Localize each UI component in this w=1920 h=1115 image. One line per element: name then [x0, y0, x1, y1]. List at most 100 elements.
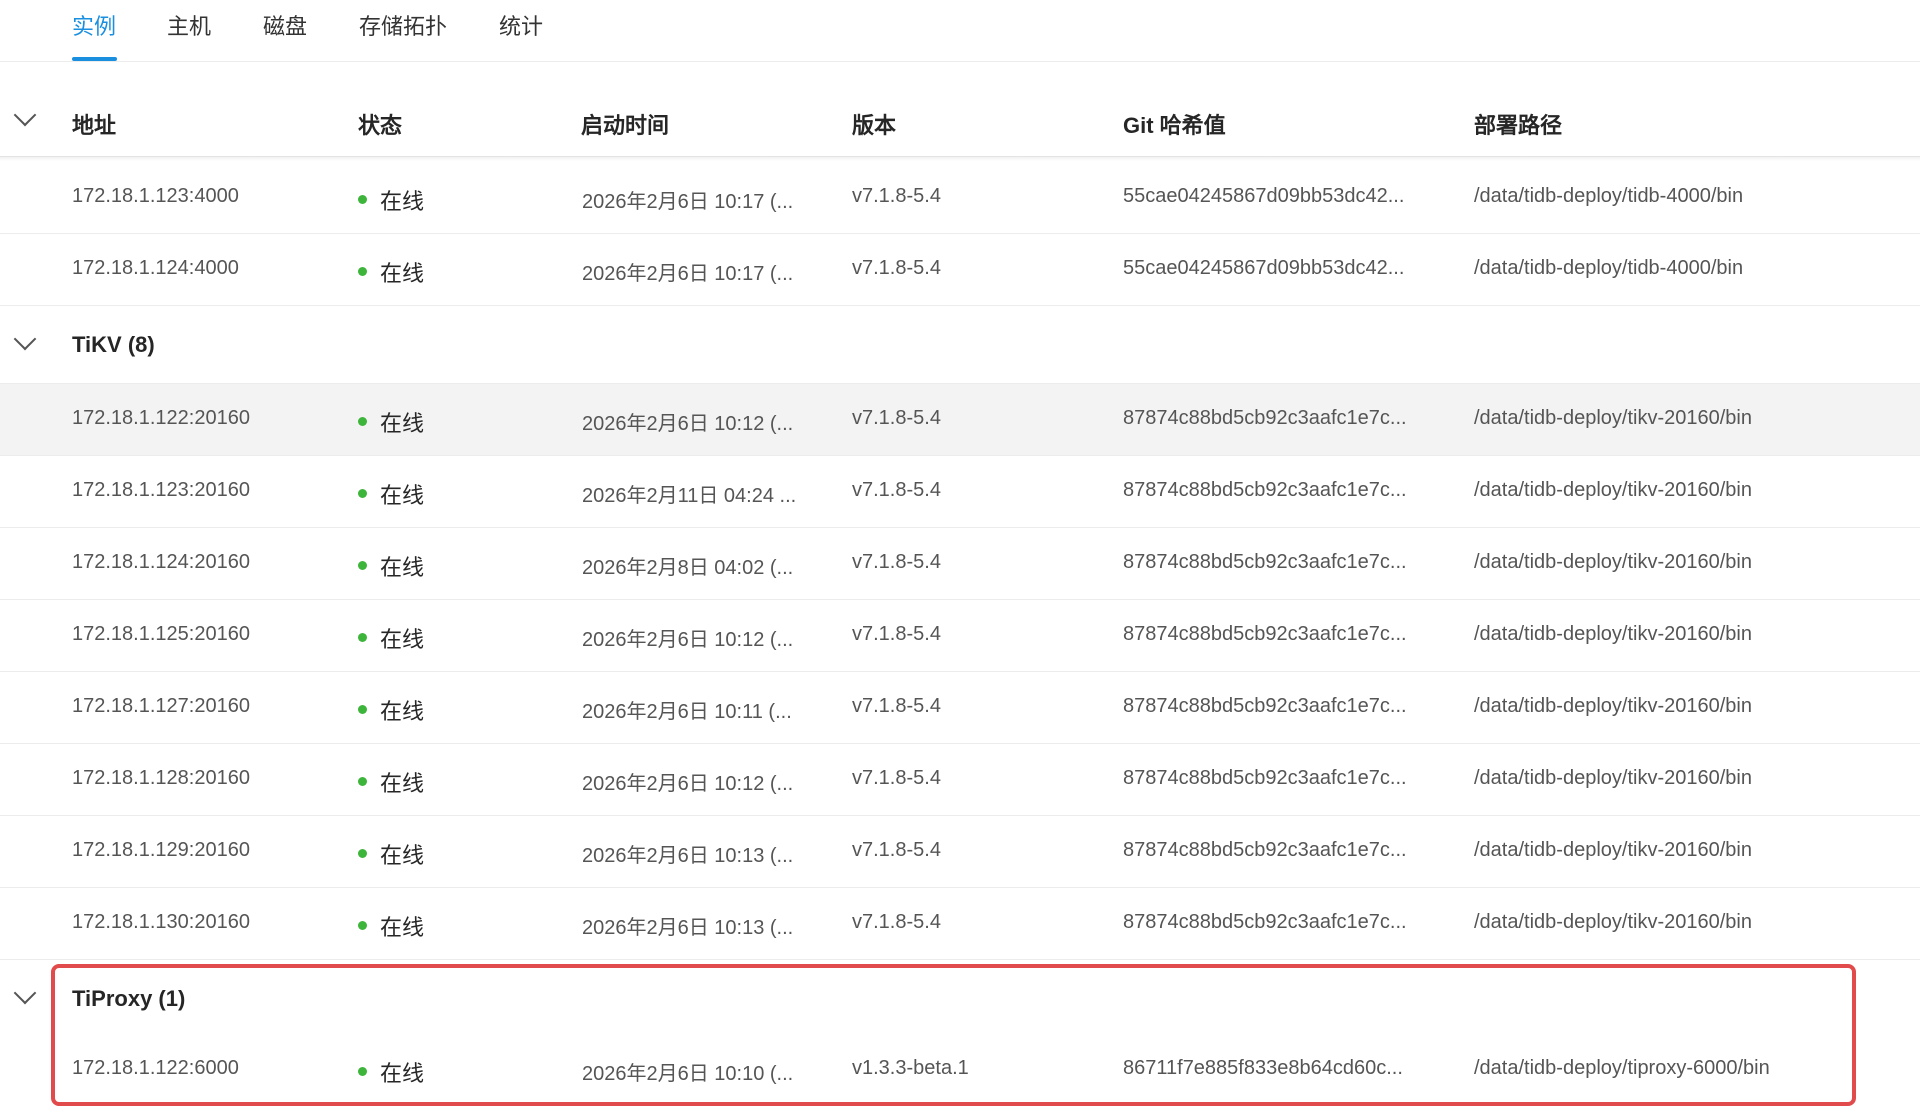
start-time-cell: 2026年2月6日 10:13 (...: [582, 917, 794, 939]
status-cell: 在线: [380, 843, 425, 868]
version-cell: v7.1.8-5.4: [852, 185, 941, 207]
table-row[interactable]: 172.18.1.122:20160 在线 2026年2月6日 10:12 (.…: [0, 384, 1920, 456]
table-row[interactable]: 172.18.1.123:20160 在线 2026年2月11日 04:24 .…: [0, 456, 1920, 528]
status-cell: 在线: [380, 771, 425, 796]
address-cell: 172.18.1.128:20160: [72, 767, 250, 789]
status-cell: 在线: [380, 411, 425, 436]
version-cell: v7.1.8-5.4: [852, 257, 941, 279]
column-header-version[interactable]: 版本: [852, 108, 896, 140]
version-cell: v7.1.8-5.4: [852, 911, 941, 933]
deploy-path-cell: /data/tidb-deploy/tikv-20160/bin: [1474, 623, 1752, 645]
status-dot-icon: [358, 267, 367, 276]
git-hash-cell: 87874c88bd5cb92c3aafc1e7c...: [1123, 407, 1407, 429]
chevron-down-icon[interactable]: [13, 981, 37, 1005]
start-time-cell: 2026年2月6日 10:12 (...: [582, 629, 794, 651]
version-cell: v7.1.8-5.4: [852, 479, 941, 501]
deploy-path-cell: /data/tidb-deploy/tikv-20160/bin: [1474, 767, 1752, 789]
start-time-cell: 2026年2月6日 10:11 (...: [582, 701, 792, 723]
deploy-path-cell: /data/tidb-deploy/tikv-20160/bin: [1474, 479, 1752, 501]
table-row[interactable]: 172.18.1.125:20160 在线 2026年2月6日 10:12 (.…: [0, 600, 1920, 672]
start-time-cell: 2026年2月6日 10:12 (...: [582, 773, 794, 795]
tab-hosts[interactable]: 主机: [167, 9, 211, 41]
column-header-deploy-path[interactable]: 部署路径: [1474, 108, 1562, 140]
address-cell: 172.18.1.122:6000: [72, 1057, 239, 1079]
address-cell: 172.18.1.125:20160: [72, 623, 250, 645]
address-cell: 172.18.1.124:20160: [72, 551, 250, 573]
group-row-tiproxy[interactable]: TiProxy (1): [0, 960, 1920, 1037]
git-hash-cell: 87874c88bd5cb92c3aafc1e7c...: [1123, 911, 1407, 933]
tab-instances[interactable]: 实例: [72, 9, 116, 41]
chevron-down-icon[interactable]: [13, 327, 37, 351]
tab-storage-topology[interactable]: 存储拓扑: [359, 9, 447, 41]
version-cell: v7.1.8-5.4: [852, 623, 941, 645]
status-cell: 在线: [380, 483, 425, 508]
status-dot-icon: [358, 633, 367, 642]
git-hash-cell: 86711f7e885f833e8b64cd60c...: [1123, 1057, 1403, 1079]
group-label: TiKV (8): [72, 332, 155, 357]
table-row[interactable]: 172.18.1.130:20160 在线 2026年2月6日 10:13 (.…: [0, 888, 1920, 960]
group-row-tikv[interactable]: TiKV (8): [0, 306, 1920, 384]
status-cell: 在线: [380, 261, 425, 286]
column-header-start-time[interactable]: 启动时间: [581, 108, 669, 140]
column-header-address[interactable]: 地址: [72, 108, 116, 140]
address-cell: 172.18.1.123:20160: [72, 479, 250, 501]
table-row[interactable]: 172.18.1.124:4000 在线 2026年2月6日 10:17 (..…: [0, 234, 1920, 306]
tab-statistics[interactable]: 统计: [499, 9, 543, 41]
git-hash-cell: 87874c88bd5cb92c3aafc1e7c...: [1123, 623, 1407, 645]
start-time-cell: 2026年2月6日 10:10 (...: [582, 1063, 794, 1085]
status-dot-icon: [358, 849, 367, 858]
table-row[interactable]: 172.18.1.124:20160 在线 2026年2月8日 04:02 (.…: [0, 528, 1920, 600]
start-time-cell: 2026年2月6日 10:17 (...: [582, 191, 794, 213]
table-row[interactable]: 172.18.1.123:4000 在线 2026年2月6日 10:17 (..…: [0, 162, 1920, 234]
status-dot-icon: [358, 489, 367, 498]
version-cell: v7.1.8-5.4: [852, 551, 941, 573]
deploy-path-cell: /data/tidb-deploy/tikv-20160/bin: [1474, 407, 1752, 429]
version-cell: v7.1.8-5.4: [852, 839, 941, 861]
status-dot-icon: [358, 777, 367, 786]
git-hash-cell: 87874c88bd5cb92c3aafc1e7c...: [1123, 839, 1407, 861]
address-cell: 172.18.1.123:4000: [72, 185, 239, 207]
header-divider: [0, 157, 1920, 161]
address-cell: 172.18.1.122:20160: [72, 407, 250, 429]
address-cell: 172.18.1.130:20160: [72, 911, 250, 933]
git-hash-cell: 87874c88bd5cb92c3aafc1e7c...: [1123, 479, 1407, 501]
address-cell: 172.18.1.124:4000: [72, 257, 239, 279]
git-hash-cell: 55cae04245867d09bb53dc42...: [1123, 185, 1405, 207]
version-cell: v7.1.8-5.4: [852, 695, 941, 717]
column-header-status[interactable]: 状态: [358, 108, 402, 140]
table-row[interactable]: 172.18.1.129:20160 在线 2026年2月6日 10:13 (.…: [0, 816, 1920, 888]
status-dot-icon: [358, 417, 367, 426]
status-cell: 在线: [380, 699, 425, 724]
status-dot-icon: [358, 195, 367, 204]
start-time-cell: 2026年2月6日 10:13 (...: [582, 845, 794, 867]
status-cell: 在线: [380, 555, 425, 580]
table-row[interactable]: 172.18.1.128:20160 在线 2026年2月6日 10:12 (.…: [0, 744, 1920, 816]
start-time-cell: 2026年2月6日 10:17 (...: [582, 263, 794, 285]
deploy-path-cell: /data/tidb-deploy/tidb-4000/bin: [1474, 185, 1744, 207]
deploy-path-cell: /data/tidb-deploy/tidb-4000/bin: [1474, 257, 1744, 279]
start-time-cell: 2026年2月6日 10:12 (...: [582, 413, 794, 435]
chevron-down-icon[interactable]: [13, 103, 37, 127]
deploy-path-cell: /data/tidb-deploy/tiproxy-6000/bin: [1474, 1057, 1770, 1079]
git-hash-cell: 55cae04245867d09bb53dc42...: [1123, 257, 1405, 279]
table-header: 地址 状态 启动时间 版本 Git 哈希值 部署路径: [0, 82, 1920, 157]
table-row[interactable]: 172.18.1.122:6000 在线 2026年2月6日 10:10 (..…: [0, 1034, 1920, 1105]
status-dot-icon: [358, 1067, 367, 1076]
deploy-path-cell: /data/tidb-deploy/tikv-20160/bin: [1474, 551, 1752, 573]
version-cell: v7.1.8-5.4: [852, 767, 941, 789]
table-row[interactable]: 172.18.1.127:20160 在线 2026年2月6日 10:11 (.…: [0, 672, 1920, 744]
tab-disks[interactable]: 磁盘: [263, 9, 307, 41]
deploy-path-cell: /data/tidb-deploy/tikv-20160/bin: [1474, 839, 1752, 861]
address-cell: 172.18.1.129:20160: [72, 839, 250, 861]
status-cell: 在线: [380, 189, 425, 214]
status-dot-icon: [358, 561, 367, 570]
column-header-git-hash[interactable]: Git 哈希值: [1123, 108, 1226, 140]
active-tab-indicator: [72, 57, 117, 61]
git-hash-cell: 87874c88bd5cb92c3aafc1e7c...: [1123, 767, 1407, 789]
start-time-cell: 2026年2月8日 04:02 (...: [582, 557, 794, 579]
deploy-path-cell: /data/tidb-deploy/tikv-20160/bin: [1474, 695, 1752, 717]
status-cell: 在线: [380, 627, 425, 652]
deploy-path-cell: /data/tidb-deploy/tikv-20160/bin: [1474, 911, 1752, 933]
start-time-cell: 2026年2月11日 04:24 ...: [582, 485, 797, 507]
group-label: TiProxy (1): [72, 986, 186, 1011]
